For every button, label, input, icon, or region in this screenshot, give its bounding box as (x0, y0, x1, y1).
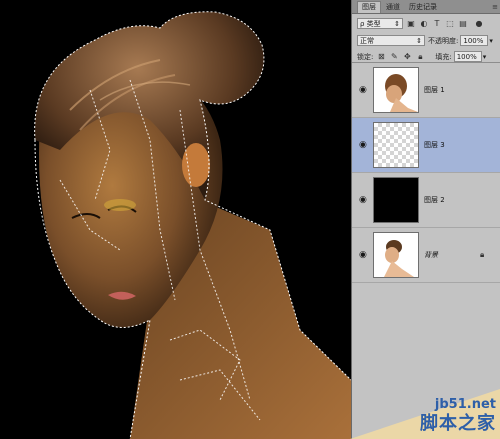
layer-thumbnail (373, 67, 419, 113)
pixel-filter-icon[interactable]: ▣ (406, 19, 416, 29)
eye-icon[interactable]: ◉ (359, 141, 369, 150)
panel-menu-icon[interactable]: ≡ (492, 3, 498, 11)
filter-toggle-icon[interactable]: ● (474, 19, 484, 29)
chevron-down-icon: ⇕ (394, 19, 400, 28)
layer-thumbnail (373, 122, 419, 168)
lock-position-icon[interactable]: ✥ (402, 52, 412, 62)
lock-all-icon[interactable]: 🔒︎ (415, 52, 425, 62)
blend-row: 正常 ⇕ 不透明度: 100% ▾ (352, 33, 500, 48)
chevron-down-icon[interactable]: ▾ (489, 37, 493, 45)
layer-row-selected[interactable]: ◉ 图层 3 (352, 118, 500, 173)
opacity-input[interactable]: 100% (460, 35, 489, 46)
eye-icon[interactable]: ◉ (359, 196, 369, 205)
filter-row: ρ 类型 ⇕ ▣ ◐ T ⬚ ▤ ● (352, 16, 500, 31)
layer-row-background[interactable]: ◉ 背景 🔒︎ (352, 228, 500, 283)
shape-filter-icon[interactable]: ⬚ (445, 19, 455, 29)
document-canvas[interactable] (0, 0, 351, 439)
blend-mode-select[interactable]: 正常 ⇕ (357, 35, 425, 46)
layer-name[interactable]: 图层 1 (424, 85, 445, 95)
layers-panel: 图层 通道 历史记录 ≡ ρ 类型 ⇕ ▣ ◐ T ⬚ ▤ ● 正常 ⇕ 不透明… (351, 0, 500, 439)
fill-label: 填充: (435, 52, 452, 61)
opacity-value: 100% (463, 36, 484, 45)
eye-icon[interactable]: ◉ (359, 86, 369, 95)
chevron-down-icon: ⇕ (416, 36, 422, 45)
tab-channels[interactable]: 通道 (382, 2, 404, 13)
watermark: jb51.net 脚本之家 (350, 389, 500, 439)
adjustment-filter-icon[interactable]: ◐ (419, 19, 429, 29)
smart-object-filter-icon[interactable]: ▤ (458, 19, 468, 29)
type-filter-icon[interactable]: T (432, 19, 442, 29)
eye-icon[interactable]: ◉ (359, 251, 369, 260)
tab-layers[interactable]: 图层 (357, 1, 381, 13)
blend-mode-value: 正常 (360, 36, 374, 45)
layer-row[interactable]: ◉ 图层 2 (352, 173, 500, 228)
layer-name[interactable]: 背景 (424, 250, 438, 260)
fill-value: 100% (456, 52, 477, 61)
portrait-photo (34, 11, 351, 439)
opacity-label: 不透明度: (428, 36, 459, 45)
watermark-site-name: 脚本之家 (420, 413, 496, 434)
fill-input[interactable]: 100% (453, 51, 482, 62)
layer-thumbnail (373, 232, 419, 278)
chevron-down-icon[interactable]: ▾ (483, 53, 487, 61)
lock-transparent-icon[interactable]: ⊠ (376, 52, 386, 62)
filter-kind-select[interactable]: ρ 类型 ⇕ (357, 18, 403, 29)
lock-label: 锁定: (357, 52, 374, 61)
layers-list: ◉ 图层 1 ◉ 图层 3 ◉ 图层 2 ◉ 背景 🔒︎ (352, 62, 500, 283)
layer-row[interactable]: ◉ 图层 1 (352, 63, 500, 118)
layer-thumbnail (373, 177, 419, 223)
panel-tab-bar: 图层 通道 历史记录 ≡ (352, 0, 500, 14)
tab-history[interactable]: 历史记录 (405, 2, 441, 13)
lock-icon: 🔒︎ (480, 250, 485, 259)
filter-kind-value: ρ 类型 (360, 19, 381, 28)
layer-name[interactable]: 图层 3 (424, 140, 445, 150)
lock-image-icon[interactable]: ✎ (389, 52, 399, 62)
layer-name[interactable]: 图层 2 (424, 195, 445, 205)
